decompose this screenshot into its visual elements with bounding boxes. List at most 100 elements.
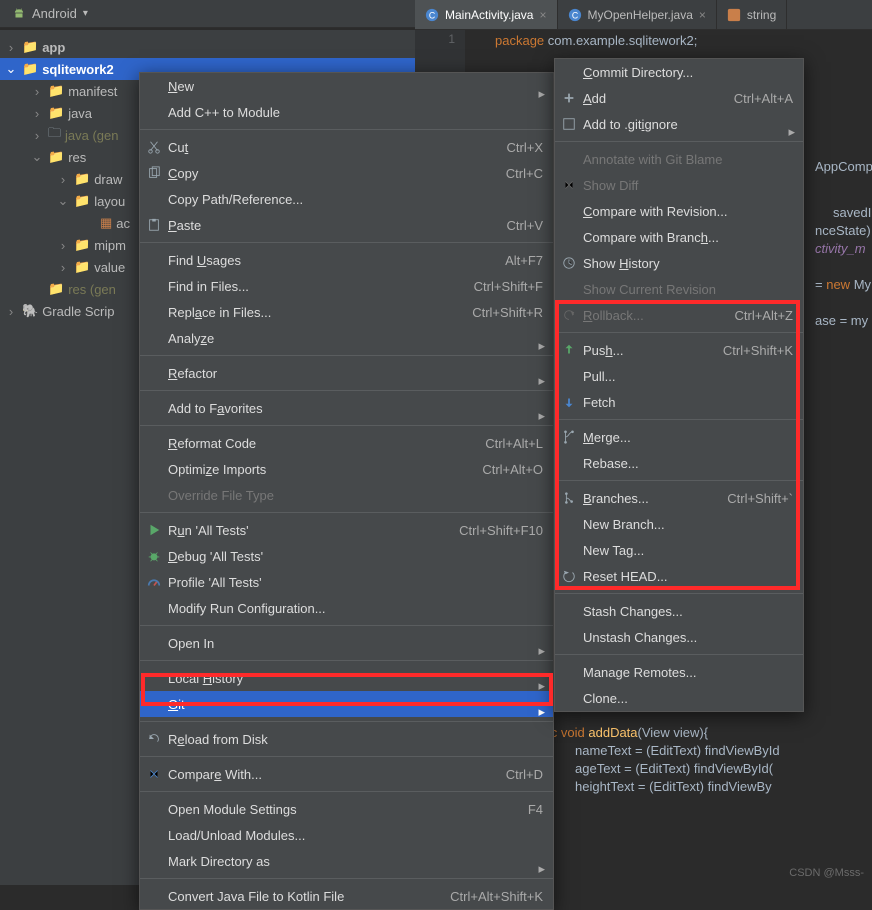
menu-item[interactable]: Branches...Ctrl+Shift+` xyxy=(555,485,803,511)
menu-item[interactable]: Find in Files...Ctrl+Shift+F xyxy=(140,273,553,299)
menu-item-shortcut: Ctrl+Shift+F10 xyxy=(429,523,543,538)
menu-item: Override File Type xyxy=(140,482,553,508)
watermark: CSDN @Msss- xyxy=(789,867,864,879)
menu-item-label: Commit Directory... xyxy=(583,65,693,80)
menu-item-label: Reset HEAD... xyxy=(583,569,668,584)
menu-item[interactable]: Local History xyxy=(140,665,553,691)
clock-icon xyxy=(561,255,577,271)
menu-item[interactable]: Profile 'All Tests' xyxy=(140,569,553,595)
menu-item[interactable]: Add Ctrl+Alt+A xyxy=(555,85,803,111)
menu-item[interactable]: Open In xyxy=(140,630,553,656)
menu-item[interactable]: Clone... xyxy=(555,685,803,711)
menu-item[interactable]: Mark Directory as xyxy=(140,848,553,874)
java-class-icon: C xyxy=(425,8,439,22)
menu-item[interactable]: Commit Directory... xyxy=(555,59,803,85)
menu-item-label: Optimize Imports xyxy=(168,462,266,477)
menu-item[interactable]: Open Module SettingsF4 xyxy=(140,796,553,822)
menu-item-shortcut: Ctrl+Shift+` xyxy=(697,491,793,506)
menu-item-shortcut: Ctrl+D xyxy=(476,767,543,782)
menu-item[interactable]: Modify Run Configuration... xyxy=(140,595,553,621)
menu-item[interactable]: Fetch xyxy=(555,389,803,415)
menu-separator xyxy=(140,791,553,792)
menu-item-label: New xyxy=(168,79,194,94)
menu-item[interactable]: Compare With...Ctrl+D xyxy=(140,761,553,787)
gitignore-icon xyxy=(561,116,577,132)
menu-item[interactable]: Compare with Branch... xyxy=(555,224,803,250)
menu-item-shortcut: Ctrl+Alt+O xyxy=(452,462,543,477)
menu-item[interactable]: Run 'All Tests'Ctrl+Shift+F10 xyxy=(140,517,553,543)
menu-item[interactable]: Add C++ to Module xyxy=(140,99,553,125)
menu-item-shortcut: Ctrl+Alt+Z xyxy=(704,308,793,323)
profile-icon xyxy=(146,574,162,590)
tree-item-app[interactable]: ›📁app xyxy=(0,36,415,58)
menu-item[interactable]: Replace in Files... Ctrl+Shift+R xyxy=(140,299,553,325)
view-selector-android[interactable]: Android ▾ xyxy=(6,6,94,21)
menu-item-shortcut: Ctrl+Alt+Shift+K xyxy=(420,889,543,904)
bug-icon xyxy=(146,548,162,564)
menu-item[interactable]: Push...Ctrl+Shift+K xyxy=(555,337,803,363)
menu-item-label: Add xyxy=(583,91,606,106)
menu-item[interactable]: Git xyxy=(140,691,553,717)
menu-item[interactable]: Optimize Imports Ctrl+Alt+O xyxy=(140,456,553,482)
menu-item[interactable]: Pull... xyxy=(555,363,803,389)
fetch-icon xyxy=(561,394,577,410)
menu-item[interactable]: Load/Unload Modules... xyxy=(140,822,553,848)
menu-item-shortcut: F4 xyxy=(498,802,543,817)
menu-item[interactable]: Manage Remotes... xyxy=(555,659,803,685)
menu-item[interactable]: Debug 'All Tests' xyxy=(140,543,553,569)
menu-item[interactable]: New xyxy=(140,73,553,99)
menu-item[interactable]: Add to .gitignore xyxy=(555,111,803,137)
menu-item[interactable]: New Tag... xyxy=(555,537,803,563)
menu-item[interactable]: Merge... xyxy=(555,424,803,450)
menu-item-shortcut: Ctrl+Alt+A xyxy=(704,91,793,106)
menu-item[interactable]: Analyze xyxy=(140,325,553,351)
menu-item[interactable]: Refactor xyxy=(140,360,553,386)
menu-item[interactable]: Show History xyxy=(555,250,803,276)
menu-item[interactable]: Convert Java File to Kotlin FileCtrl+Alt… xyxy=(140,883,553,909)
menu-item[interactable]: Unstash Changes... xyxy=(555,624,803,650)
tab-mainactivity[interactable]: C MainActivity.java × xyxy=(415,0,558,29)
menu-item[interactable]: Reformat Code Ctrl+Alt+L xyxy=(140,430,553,456)
menu-item-label: Open In xyxy=(168,636,214,651)
menu-item[interactable]: Copy Ctrl+C xyxy=(140,160,553,186)
menu-item-label: Reformat Code xyxy=(168,436,256,451)
menu-item[interactable]: Stash Changes... xyxy=(555,598,803,624)
menu-item[interactable]: New Branch... xyxy=(555,511,803,537)
menu-separator xyxy=(140,242,553,243)
menu-item-label: Replace in Files... xyxy=(168,305,271,320)
menu-separator xyxy=(555,480,803,481)
tab-myopenhelper[interactable]: C MyOpenHelper.java × xyxy=(558,0,717,29)
menu-item[interactable]: Reload from Disk xyxy=(140,726,553,752)
close-icon[interactable]: × xyxy=(699,8,706,22)
svg-text:C: C xyxy=(571,10,577,20)
menu-item-shortcut: Ctrl+C xyxy=(476,166,543,181)
menu-separator xyxy=(555,654,803,655)
menu-item-label: Fetch xyxy=(583,395,616,410)
menu-item[interactable]: Rebase... xyxy=(555,450,803,476)
menu-item-label: Copy Path/Reference... xyxy=(168,192,303,207)
reload-icon xyxy=(146,731,162,747)
menu-item[interactable]: CutCtrl+X xyxy=(140,134,553,160)
context-menu: NewAdd C++ to ModuleCutCtrl+XCopyCtrl+CC… xyxy=(139,72,554,910)
menu-item[interactable]: Add to Favorites xyxy=(140,395,553,421)
tab-label: string xyxy=(747,8,776,22)
menu-item[interactable]: PasteCtrl+V xyxy=(140,212,553,238)
menu-item-label: Rollback... xyxy=(583,308,644,323)
tab-string[interactable]: string xyxy=(717,0,787,29)
menu-item-label: Load/Unload Modules... xyxy=(168,828,305,843)
menu-item[interactable]: Compare with Revision... xyxy=(555,198,803,224)
menu-item-label: Add to .gitignore xyxy=(583,117,678,132)
menu-item-label: Clone... xyxy=(583,691,628,706)
menu-item-label: Unstash Changes... xyxy=(583,630,697,645)
menu-item[interactable]: Copy Path/Reference... xyxy=(140,186,553,212)
menu-item[interactable]: Reset HEAD... xyxy=(555,563,803,589)
close-icon[interactable]: × xyxy=(539,8,546,22)
menu-item-shortcut: Ctrl+Shift+R xyxy=(442,305,543,320)
menu-item-label: Local History xyxy=(168,671,243,686)
menu-item-label: Mark Directory as xyxy=(168,854,270,869)
menu-item[interactable]: Find UsagesAlt+F7 xyxy=(140,247,553,273)
menu-item-shortcut: Ctrl+Alt+L xyxy=(455,436,543,451)
menu-separator xyxy=(140,721,553,722)
menu-item-label: Copy xyxy=(168,166,198,181)
menu-item-shortcut: Ctrl+X xyxy=(477,140,543,155)
